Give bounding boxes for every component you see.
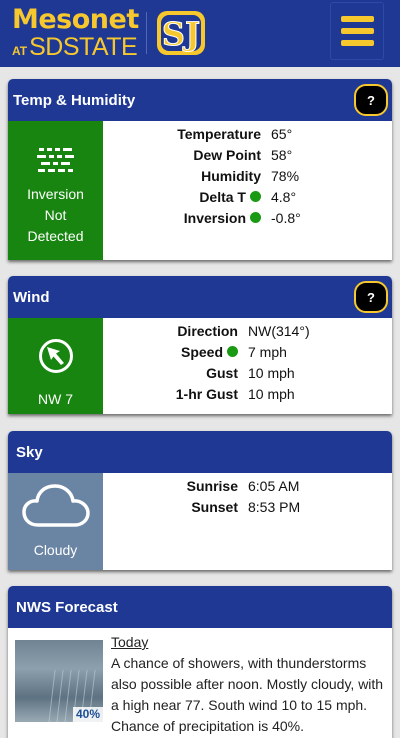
brand-school: SDSTATE — [29, 33, 138, 61]
status-dot-icon — [250, 212, 261, 223]
help-button[interactable]: ? — [354, 84, 388, 116]
sdsu-logo-icon: SJ — [157, 11, 205, 55]
reading-label: Dew Point — [193, 146, 261, 163]
status-dot-icon — [250, 191, 261, 202]
reading-value: 10 mph — [248, 385, 295, 402]
help-button[interactable]: ? — [354, 281, 388, 313]
reading-label: Gust — [206, 364, 238, 381]
wind-summary-label: NW 7 — [38, 391, 73, 407]
top-header: Mesonet AT SDSTATE SJ — [0, 0, 400, 67]
inversion-icon — [36, 148, 74, 172]
reading-label-with-indicator: Inversion — [103, 210, 261, 226]
brand-mesonet: Mesonet — [12, 4, 139, 35]
reading-label: Direction — [177, 322, 238, 339]
temp-humidity-header: Temp & Humidity ? — [8, 79, 392, 121]
wind-direction-arrow-icon — [38, 339, 73, 373]
reading-value: 65° — [271, 125, 293, 142]
reading-row-direction: Direction NW(314°) — [103, 320, 392, 341]
hamburger-menu-button[interactable] — [330, 2, 384, 60]
mesonet-brand[interactable]: Mesonet AT SDSTATE — [12, 4, 139, 61]
forecast-body: 40% Today A chance of showers, with thun… — [8, 628, 392, 737]
wind-header: Wind ? — [8, 276, 392, 318]
brand-at: AT — [12, 44, 28, 58]
card-title: Temp & Humidity — [13, 91, 136, 109]
reading-label: Humidity — [201, 167, 261, 184]
reading-value: NW(314°) — [248, 322, 310, 339]
card-title: Wind — [13, 288, 50, 306]
reading-value: 10 mph — [248, 364, 295, 381]
reading-row-humidity: Humidity 78% — [103, 165, 392, 186]
inversion-status-line-3: Detected — [27, 228, 84, 244]
sky-condition-panel: Cloudy — [8, 473, 103, 570]
card-title: Sky — [16, 443, 43, 461]
menu-bar — [340, 16, 374, 22]
menu-bar — [340, 40, 374, 46]
reading-value: 8:53 PM — [248, 498, 301, 515]
temp-humidity-body: Inversion Not Detected Temperature 65° D… — [8, 121, 392, 260]
reading-row-gust: Gust 10 mph — [103, 362, 392, 383]
reading-label: Delta T — [199, 188, 246, 205]
reading-label: Temperature — [177, 125, 261, 142]
reading-value: 78% — [271, 167, 300, 184]
reading-label-with-indicator: Speed — [103, 344, 238, 360]
nws-forecast-card: NWS Forecast 40% Today A chance of showe… — [8, 586, 392, 738]
svg-text:SJ: SJ — [162, 15, 200, 53]
wind-summary-panel: NW 7 — [8, 318, 103, 414]
reading-row-temperature: Temperature 65° — [103, 123, 392, 144]
brand-subline: AT SDSTATE — [12, 33, 139, 61]
inversion-status-line-1: Inversion — [27, 186, 84, 202]
reading-label-with-indicator: Delta T — [103, 189, 261, 205]
rain-showers-image: 40% — [15, 640, 103, 722]
precip-chance-badge: 40% — [73, 707, 103, 722]
reading-label: Speed — [180, 343, 223, 360]
wind-card: Wind ? NW 7 Direction NW(314°) Speed 7 m… — [8, 276, 392, 414]
reading-row-speed: Speed 7 mph — [103, 341, 392, 362]
reading-row-sunset: Sunset 8:53 PM — [103, 496, 392, 517]
nws-forecast-header: NWS Forecast — [8, 586, 392, 628]
reading-label: Inversion — [183, 209, 246, 226]
wind-body: NW 7 Direction NW(314°) Speed 7 mph Gust… — [8, 318, 392, 414]
wind-readings: Direction NW(314°) Speed 7 mph Gust 10 m… — [103, 318, 392, 404]
reading-value: -0.8° — [271, 209, 301, 226]
status-dot-icon — [227, 346, 238, 357]
sky-header: Sky — [8, 431, 392, 473]
card-title: NWS Forecast — [16, 598, 118, 616]
sky-readings: Sunrise 6:05 AM Sunset 8:53 PM — [103, 473, 392, 517]
reading-row-1hr-gust: 1-hr Gust 10 mph — [103, 383, 392, 404]
reading-row-delta-t: Delta T 4.8° — [103, 186, 392, 207]
reading-label: Sunset — [191, 498, 238, 515]
menu-bar — [340, 28, 374, 34]
inversion-status-line-2: Not — [44, 207, 67, 223]
reading-value: 58° — [271, 146, 293, 163]
reading-row-inversion: Inversion -0.8° — [103, 207, 392, 228]
inversion-status-panel: Inversion Not Detected — [8, 121, 103, 260]
reading-label: Sunrise — [186, 477, 238, 494]
reading-row-sunrise: Sunrise 6:05 AM — [103, 475, 392, 496]
sky-condition-label: Cloudy — [33, 542, 78, 558]
reading-value: 7 mph — [248, 343, 287, 360]
reading-label: 1-hr Gust — [175, 385, 238, 402]
logo-divider — [146, 12, 147, 54]
sky-card: Sky Cloudy Sunrise 6:05 AM Sunset 8:53 P… — [8, 431, 392, 570]
reading-row-dew-point: Dew Point 58° — [103, 144, 392, 165]
sky-body: Cloudy Sunrise 6:05 AM Sunset 8:53 PM — [8, 473, 392, 570]
temp-humidity-card: Temp & Humidity ? Inversion Not Detected… — [8, 79, 392, 260]
reading-value: 4.8° — [271, 188, 297, 205]
reading-value: 6:05 AM — [248, 477, 300, 494]
temp-humidity-readings: Temperature 65° Dew Point 58° Humidity 7… — [103, 121, 392, 228]
cloud-icon — [21, 484, 90, 527]
